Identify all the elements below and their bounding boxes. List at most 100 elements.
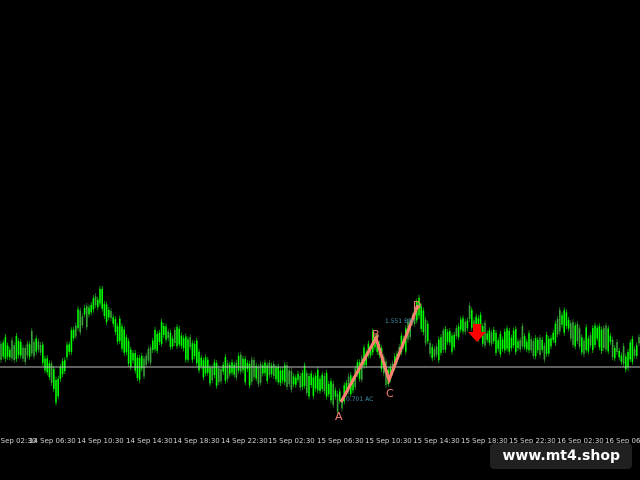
candle-body bbox=[552, 332, 554, 340]
candle-body bbox=[215, 363, 218, 386]
candle-body bbox=[17, 341, 20, 356]
candle-body bbox=[504, 331, 506, 351]
candle-body bbox=[97, 299, 99, 308]
candle-body bbox=[90, 305, 92, 313]
candle-body bbox=[464, 321, 466, 332]
candle-body bbox=[185, 336, 187, 360]
candle-body bbox=[578, 328, 581, 347]
chart-canvas[interactable]: A B C D 0.701 AC 1.551 BD bbox=[0, 0, 640, 434]
candle-body bbox=[532, 341, 535, 356]
candle-body bbox=[116, 326, 119, 342]
candle-body bbox=[288, 370, 290, 384]
time-label: 14 Sep 22:30 bbox=[221, 437, 268, 445]
candle-body bbox=[136, 357, 139, 378]
candle-body bbox=[209, 367, 211, 384]
candle-body bbox=[517, 341, 519, 348]
candle-body bbox=[444, 329, 447, 350]
candle-body bbox=[424, 319, 427, 344]
candle-body bbox=[330, 381, 332, 401]
candle-body bbox=[543, 345, 546, 360]
candle-body bbox=[429, 343, 431, 354]
candle-body bbox=[592, 328, 594, 350]
candle-body bbox=[510, 337, 513, 349]
candle-body bbox=[53, 369, 55, 389]
candle-body bbox=[114, 319, 117, 332]
candle-body bbox=[207, 359, 209, 373]
candle-body bbox=[178, 328, 180, 345]
candle-body bbox=[112, 317, 114, 324]
candle-body bbox=[275, 367, 277, 380]
candle-body bbox=[251, 359, 253, 382]
candle-body bbox=[46, 358, 48, 373]
candle-body bbox=[86, 305, 88, 328]
candle-body bbox=[609, 335, 612, 342]
candle-body bbox=[607, 328, 609, 352]
candle-body bbox=[319, 378, 321, 391]
candle-body bbox=[224, 357, 227, 381]
candle-body bbox=[295, 377, 297, 385]
candle-body bbox=[332, 383, 334, 405]
candle-body bbox=[539, 337, 541, 355]
candle-body bbox=[220, 368, 222, 382]
candle-body bbox=[537, 339, 539, 351]
candle-body bbox=[559, 309, 561, 332]
candle-body bbox=[191, 343, 194, 360]
time-label: 14 Sep 10:30 bbox=[77, 437, 124, 445]
time-label: 14 Sep 18:30 bbox=[173, 437, 220, 445]
candle-body bbox=[187, 339, 189, 360]
candle-body bbox=[198, 351, 200, 371]
candle-body bbox=[154, 329, 156, 350]
candle-body bbox=[279, 370, 282, 383]
candle-body bbox=[101, 289, 103, 309]
candle-body bbox=[255, 365, 257, 379]
candle-body bbox=[292, 376, 295, 385]
candle-body bbox=[48, 363, 51, 378]
ratio-label-ac: 0.701 AC bbox=[346, 396, 373, 403]
candle-body bbox=[229, 364, 231, 374]
candle-body bbox=[545, 334, 548, 354]
candle-body bbox=[512, 330, 515, 346]
candle-body bbox=[2, 342, 4, 357]
candle-body bbox=[290, 371, 293, 390]
candle-body bbox=[506, 328, 508, 349]
candle-body bbox=[44, 358, 46, 371]
candle-body bbox=[264, 362, 266, 374]
candle-body bbox=[490, 332, 493, 344]
watermark: www.mt4.shop bbox=[490, 443, 632, 469]
candle-body bbox=[226, 363, 229, 379]
candle-body bbox=[570, 323, 572, 339]
candle-body bbox=[130, 349, 132, 367]
candle-body bbox=[145, 355, 147, 365]
candle-body bbox=[244, 359, 246, 383]
candle-body bbox=[110, 310, 112, 319]
candle-body bbox=[325, 372, 328, 397]
candle-body bbox=[442, 330, 444, 350]
price-chart[interactable]: A B C D 0.701 AC 1.551 BD bbox=[0, 0, 640, 434]
candle-body bbox=[284, 365, 286, 383]
candle-body bbox=[83, 308, 86, 315]
candle-body bbox=[160, 321, 163, 344]
candle-body bbox=[79, 310, 81, 333]
time-label: 15 Sep 10:30 bbox=[365, 437, 412, 445]
candle-body bbox=[493, 329, 495, 342]
candle-body bbox=[147, 348, 150, 361]
candle-body bbox=[202, 360, 205, 378]
candle-body bbox=[616, 342, 618, 352]
candle-body bbox=[339, 391, 341, 401]
candle-body bbox=[548, 338, 550, 354]
candle-body bbox=[596, 327, 598, 339]
candle-body bbox=[57, 378, 59, 397]
candle-body bbox=[167, 331, 169, 339]
pattern-point-d: D bbox=[413, 299, 421, 312]
candle-body bbox=[240, 354, 242, 372]
candle-body bbox=[286, 365, 288, 387]
candle-body bbox=[127, 341, 130, 364]
candle-body bbox=[310, 373, 312, 385]
candle-body bbox=[600, 329, 603, 351]
candle-body bbox=[468, 305, 471, 319]
candle-body bbox=[9, 349, 11, 358]
candle-body bbox=[42, 344, 44, 363]
candle-body bbox=[204, 357, 207, 374]
candle-body bbox=[306, 373, 308, 393]
candle-body bbox=[519, 340, 521, 350]
